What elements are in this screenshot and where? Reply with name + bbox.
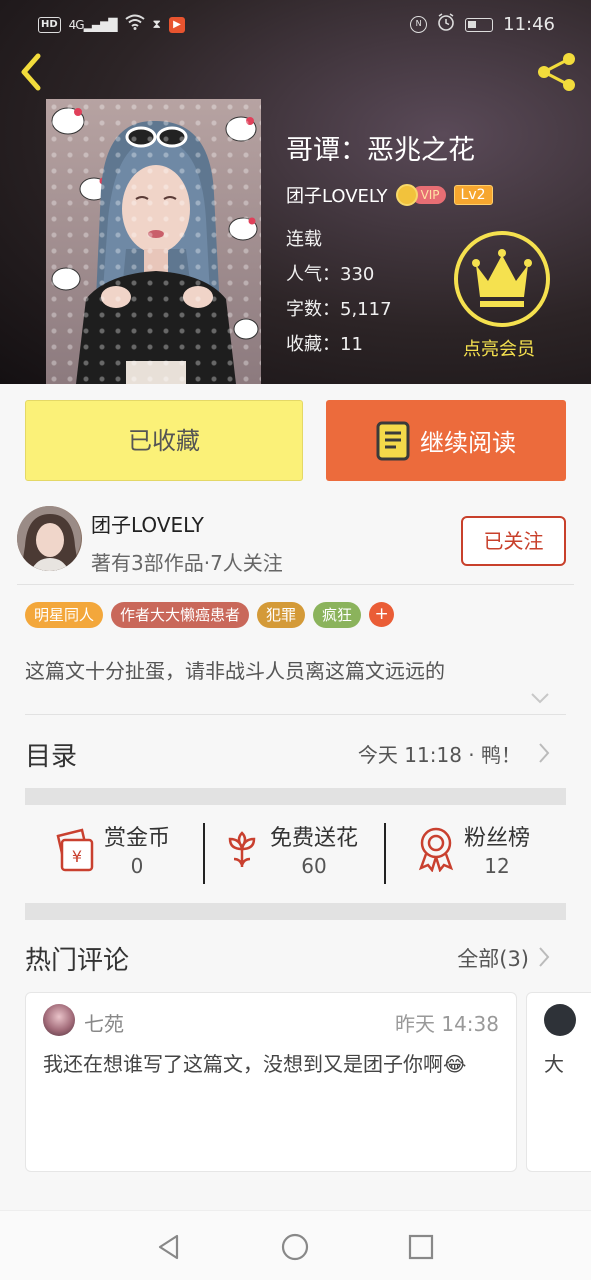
chevron-down-icon (531, 693, 549, 704)
comment-card[interactable]: 大 (526, 992, 591, 1172)
book-cover-image[interactable] (46, 99, 261, 384)
stat-divider (384, 823, 386, 884)
free-flowers-stat[interactable]: 免费送花 60 (222, 820, 358, 878)
book-title: 哥谭：恶兆之花 (286, 135, 475, 166)
tag-item[interactable]: 作者大大懒癌患者 (111, 602, 250, 628)
catalog-chevron[interactable] (537, 742, 551, 764)
app-icon: ▶ (168, 16, 185, 33)
network-type: 4G (68, 17, 85, 32)
author-block-name[interactable]: 团子LOVELY (91, 509, 204, 538)
stat-text: 粉丝榜 12 (464, 820, 530, 878)
comment-text: 大 (544, 1052, 564, 1076)
status-bar: HD 4G▂▄▆█ ⧗ ▶ N 11:46 (0, 0, 591, 50)
chevron-right-icon (539, 947, 550, 967)
book-detail-page: HD 4G▂▄▆█ ⧗ ▶ N 11:46 哥谭：恶兆之花 团子LOVELY V… (0, 0, 591, 1280)
favorited-button[interactable]: 已收藏 (25, 400, 303, 481)
section-separator (25, 788, 566, 805)
stat-value: 0 (130, 854, 144, 878)
author-block-subtitle: 著有3部作品·7人关注 (91, 551, 283, 575)
vip-badge: VIP (395, 184, 446, 206)
nav-home-button[interactable] (281, 1233, 309, 1261)
chevron-right-icon (539, 743, 550, 763)
status-time: 11:46 (503, 14, 555, 35)
serial-status: 连载 (286, 229, 322, 250)
book-icon (376, 421, 410, 460)
medal-icon (418, 827, 454, 872)
circle-home-icon (281, 1233, 309, 1261)
stat-label: 赏金币 (104, 826, 171, 851)
stat-value: 12 (484, 854, 510, 878)
divider (25, 714, 566, 715)
book-synopsis: 这篇文十分扯蛋，请非战斗人员离这篇文远远的 (25, 659, 445, 683)
level-badge: Lv2 (453, 185, 493, 205)
commenter-name[interactable]: 七苑 (84, 1008, 124, 1037)
share-icon (538, 53, 575, 91)
tag-item[interactable]: 疯狂 (313, 602, 362, 628)
expand-synopsis-button[interactable] (530, 690, 550, 704)
author-name[interactable]: 团子LOVELY (286, 182, 388, 208)
crown-icon (472, 249, 532, 307)
status-right: N 11:46 (410, 13, 555, 36)
square-recents-icon (408, 1234, 434, 1260)
nav-recents-button[interactable] (407, 1233, 435, 1261)
catalog-latest-update[interactable]: 今天 11:18 · 鸭！ (358, 739, 521, 768)
system-nav-bar (0, 1210, 591, 1280)
comment-card[interactable]: 七苑 昨天 14:38 我还在想谁写了这篇文，没想到又是团子你啊😂 (25, 992, 517, 1172)
stat-divider (203, 823, 205, 884)
hourglass-icon: ⧗ (152, 17, 161, 31)
fan-ranking-stat[interactable]: 粉丝榜 12 (416, 820, 530, 878)
nav-back-button[interactable] (155, 1233, 183, 1261)
flower-icon (228, 831, 256, 867)
comment-time: 昨天 14:38 (395, 1012, 499, 1036)
continue-reading-button[interactable]: 继续阅读 (326, 400, 566, 481)
stat-label: 粉丝榜 (464, 826, 531, 851)
red-envelope-icon: ¥ (56, 828, 94, 872)
vip-membership-label[interactable]: 点亮会员 (463, 335, 535, 361)
continue-reading-label: 继续阅读 (420, 429, 516, 457)
catalog-label[interactable]: 目录 (25, 736, 77, 773)
all-comments-chevron[interactable] (537, 946, 551, 968)
battery-icon (465, 17, 494, 32)
wifi-icon (124, 14, 145, 35)
back-button[interactable] (14, 52, 50, 92)
triangle-back-icon (158, 1234, 179, 1260)
vip-membership-button[interactable] (454, 231, 550, 327)
author-avatar[interactable] (17, 506, 82, 571)
commenter-avatar[interactable] (43, 1004, 75, 1036)
tag-item[interactable]: 犯罪 (257, 602, 306, 628)
nfc-icon: N (410, 16, 428, 33)
stat-text: 免费送花 60 (270, 820, 358, 878)
stat-text: 赏金币 0 (104, 820, 170, 878)
avatar-image (17, 506, 81, 571)
alarm-icon (437, 13, 455, 36)
svg-text:¥: ¥ (72, 847, 82, 866)
favorite-count: 收藏：11 (286, 334, 363, 355)
comment-text: 我还在想谁写了这篇文，没想到又是团子你啊😂 (43, 1052, 467, 1076)
divider (17, 584, 574, 585)
cover-pattern (46, 99, 261, 384)
all-comments-link[interactable]: 全部(3) (457, 943, 529, 973)
tag-item[interactable]: 明星同人 (25, 602, 104, 628)
hd-icon: HD (38, 16, 61, 33)
section-separator (25, 903, 566, 920)
book-header: HD 4G▂▄▆█ ⧗ ▶ N 11:46 哥谭：恶兆之花 团子LOVELY V… (0, 0, 591, 384)
share-button[interactable] (535, 50, 579, 94)
signal-4g-icon: 4G▂▄▆█ (68, 17, 118, 32)
stat-label: 免费送花 (270, 826, 359, 851)
popularity: 人气：330 (286, 264, 375, 285)
sun-icon (395, 184, 418, 206)
commenter-avatar[interactable] (544, 1004, 576, 1036)
tag-list: 明星同人 作者大大懒癌患者 犯罪 疯狂 + (25, 602, 395, 628)
author-row: 团子LOVELY VIP Lv2 (286, 182, 493, 208)
status-left: HD 4G▂▄▆█ ⧗ ▶ (38, 14, 185, 35)
add-tag-button[interactable]: + (369, 602, 395, 627)
word-count: 字数：5,117 (286, 299, 392, 320)
reward-coins-stat[interactable]: ¥ 赏金币 0 (52, 820, 170, 878)
hot-comments-label: 热门评论 (25, 946, 130, 976)
chevron-left-icon (21, 53, 41, 91)
stat-value: 60 (301, 854, 327, 878)
follow-button[interactable]: 已关注 (461, 516, 566, 566)
